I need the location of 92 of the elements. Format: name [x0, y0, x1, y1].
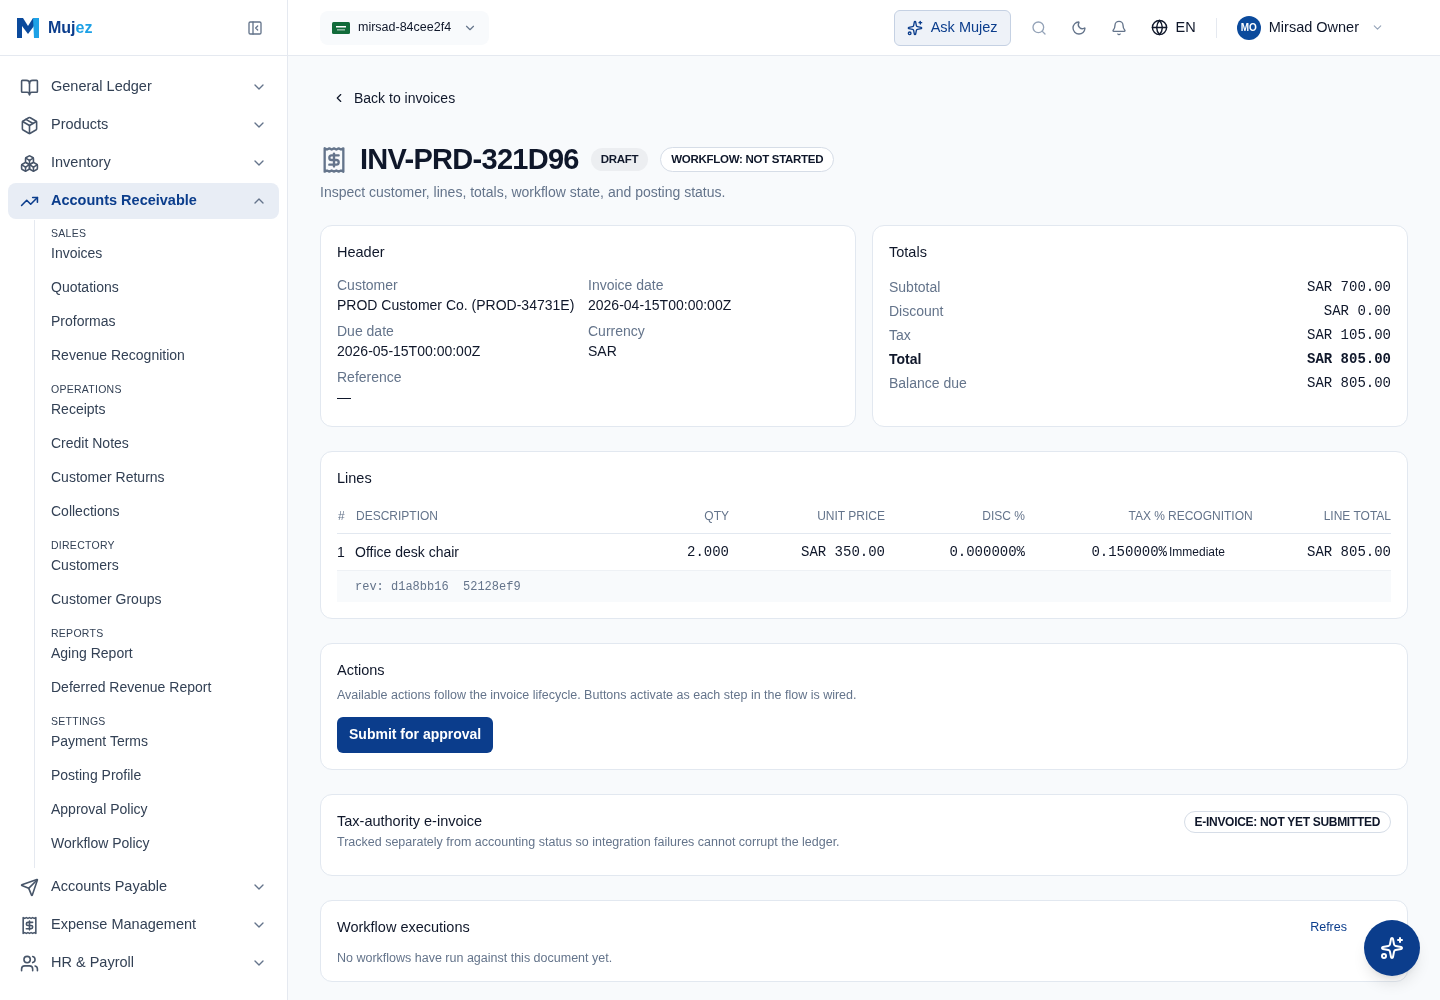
nav-item[interactable]: Revenue Recognition [51, 338, 279, 372]
column-header: QTY [703, 508, 729, 526]
nav-item[interactable]: Approval Policy [51, 792, 279, 826]
nav-group-icon [20, 115, 39, 135]
sparkles-icon [1380, 936, 1404, 960]
field-value: PROD Customer Co. (PROD-34731E) [337, 296, 576, 316]
table-cell-text: Office desk chair [355, 542, 460, 562]
empty-state-text: No workflows have run against this document yet. [337, 949, 614, 967]
table-cell-text: SAR 350.00 [800, 542, 885, 562]
field-value: — [337, 388, 352, 408]
nav-group[interactable]: Products [8, 107, 279, 143]
submit-button[interactable]: Submit for approval [337, 716, 494, 753]
search-icon[interactable] [1030, 19, 1047, 36]
table-cell-text: 0.000000% [948, 542, 1025, 562]
card-title: Lines [337, 468, 373, 488]
card-title: Totals [889, 242, 928, 262]
tenant-selector[interactable]: mirsad-84cee2f4 [320, 10, 490, 45]
nav-item[interactable]: Quotations [51, 270, 279, 304]
nav-group[interactable]: General Ledger [8, 69, 279, 105]
total-label: Total [889, 349, 922, 369]
revision-text: rev: d1a8bb16 52128ef9 [355, 578, 521, 596]
logo-icon [16, 16, 40, 39]
invoice-title: INV-PRD-321D96 [360, 142, 579, 177]
page-subtitle: Inspect customer, lines, totals, workflow state, and posting status. [320, 182, 727, 202]
nav-group[interactable]: Expense Management [8, 907, 279, 943]
nav-item[interactable]: Posting Profile [51, 758, 279, 792]
total-label: Tax [889, 325, 911, 345]
column-header: DISC % [981, 508, 1025, 526]
nav-item[interactable]: Proformas [51, 304, 279, 338]
nav-group-icon [20, 915, 39, 935]
nav-item[interactable]: Workflow Policy [51, 826, 279, 860]
column-header: LINE TOTAL [1322, 508, 1391, 526]
flag-icon [332, 21, 350, 34]
card-title: Workflow executions [337, 917, 470, 937]
table-cell-text: 0.150000% [1090, 542, 1167, 562]
field-label: Reference [337, 368, 403, 388]
column-header: RECOGNITION [1167, 508, 1254, 526]
total-value: SAR 0.00 [1323, 301, 1391, 321]
nav-group-icon [20, 877, 39, 897]
column-header: TAX % [1127, 508, 1166, 526]
user-avatar: MO [1236, 15, 1261, 40]
nav-group-icon [20, 77, 39, 97]
nav-item[interactable]: Credit Notes [51, 426, 279, 460]
field-label: Currency [588, 322, 646, 342]
nav-group[interactable]: Inventory [8, 145, 279, 181]
total-label: Discount [889, 301, 944, 321]
total-label: Subtotal [889, 277, 941, 297]
card-title: Tax-authority e-invoice [337, 811, 484, 831]
column-header: DESCRIPTION [355, 508, 439, 526]
refresh-link[interactable]: Refres [1310, 918, 1347, 937]
total-value: SAR 700.00 [1307, 277, 1391, 297]
ask-button[interactable]: Ask Mujez [893, 9, 1011, 46]
field-value: 2026-05-15T00:00:00Z [337, 342, 482, 362]
brand-name: Mujez [48, 17, 93, 38]
total-value: SAR 805.00 [1307, 349, 1391, 369]
nav-item[interactable]: Customer Groups [51, 582, 279, 616]
nav-group[interactable]: Accounts Receivable [8, 183, 279, 219]
field-label: Invoice date [588, 276, 665, 296]
nav-group-icon [20, 953, 39, 973]
nav-item[interactable]: Customer Returns [51, 460, 279, 494]
table-cell-text: 2.000 [686, 542, 729, 562]
nav-group[interactable]: Accounts Payable [8, 869, 279, 905]
language-selector[interactable]: EN [1150, 16, 1196, 39]
collapse-sidebar-icon[interactable] [247, 19, 263, 36]
card-title: Actions [337, 661, 386, 681]
card-description: Available actions follow the invoice lifecycle. Buttons activate as each step in the flow is wired. [337, 687, 858, 704]
sparkles-icon [906, 19, 923, 36]
table-cell-text: Immediate [1168, 544, 1227, 562]
field-value: 2026-04-15T00:00:00Z [588, 296, 733, 316]
total-value: SAR 805.00 [1307, 373, 1391, 393]
status-badge: DRAFT [590, 148, 649, 172]
notifications-icon[interactable] [1110, 19, 1127, 36]
status-badge: WORKFLOW: NOT STARTED [660, 147, 835, 173]
table-cell-text: SAR 805.00 [1306, 542, 1391, 562]
card-title: Header [337, 242, 386, 262]
globe-icon [1150, 19, 1168, 36]
field-label: Customer [337, 276, 399, 296]
nav-group[interactable]: HR & Payroll [8, 945, 279, 981]
field-label: Due date [337, 322, 395, 342]
back-link[interactable]: Back to invoices [332, 88, 1408, 108]
total-label: Balance due [889, 373, 967, 393]
total-value: SAR 105.00 [1307, 325, 1391, 345]
column-header: # [337, 508, 346, 526]
user-menu[interactable]: MO Mirsad Owner [1236, 15, 1384, 40]
moon-icon[interactable] [1070, 19, 1087, 36]
nav-item[interactable]: Deferred Revenue Report [51, 670, 279, 704]
nav-group-icon [20, 153, 39, 173]
column-header: UNIT PRICE [816, 508, 885, 526]
field-value: SAR [588, 342, 618, 362]
card-description: Tracked separately from accounting status so integration failures cannot corrupt the ledger. [337, 833, 840, 851]
table-cell-text: 1 [337, 542, 346, 562]
nav-item[interactable]: Collections [51, 494, 279, 528]
